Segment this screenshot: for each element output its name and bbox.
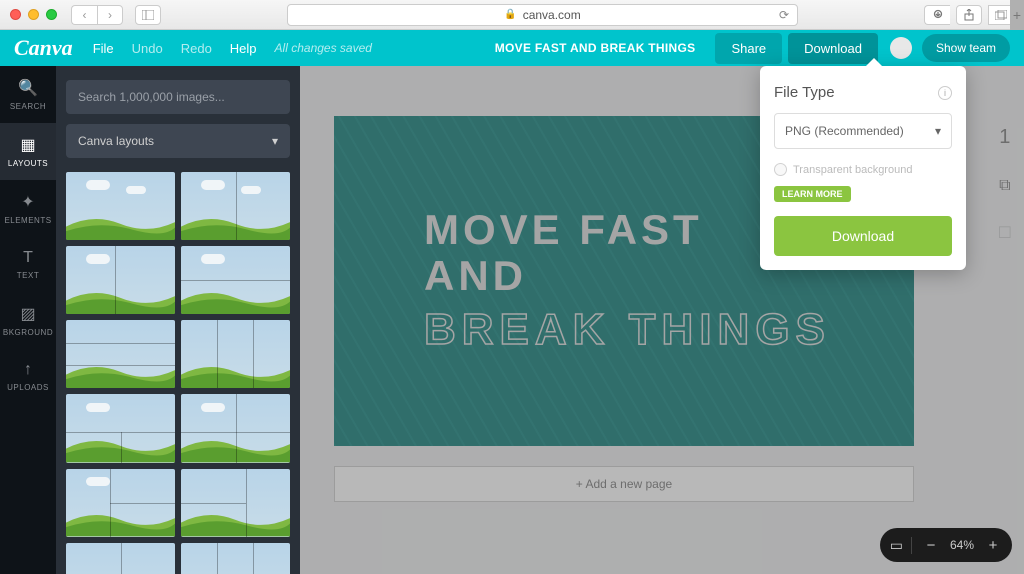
download-popup: File Type i PNG (Recommended) ▾ Transpar… xyxy=(760,66,966,270)
lock-icon: 🔒 xyxy=(504,9,516,20)
menu-undo[interactable]: Undo xyxy=(132,41,163,56)
layout-dropdown[interactable]: Canva layouts ▾ xyxy=(66,124,290,158)
nav-background[interactable]: ▨ BKGROUND xyxy=(0,292,56,349)
search-icon: 🔍 xyxy=(18,78,38,98)
side-panel: Canva layouts ▾ xyxy=(56,66,300,574)
download-confirm-button[interactable]: Download xyxy=(774,216,952,256)
refresh-icon[interactable]: ⟳ xyxy=(779,8,789,22)
text-icon: T xyxy=(23,249,33,267)
delete-page-icon[interactable]: ☐ xyxy=(998,223,1012,243)
document-title[interactable]: MOVE FAST AND BREAK THINGS xyxy=(495,41,696,55)
layouts-icon: ▦ xyxy=(20,135,35,155)
layout-thumbnail[interactable] xyxy=(181,320,290,388)
learn-more-badge[interactable]: LEARN MORE xyxy=(774,186,851,202)
maximize-window-icon[interactable] xyxy=(46,9,57,20)
layout-thumbnail[interactable] xyxy=(181,246,290,314)
window-controls xyxy=(10,9,57,20)
add-page-button[interactable]: + Add a new page xyxy=(334,466,914,502)
layout-thumbnail[interactable] xyxy=(66,246,175,314)
zoom-value[interactable]: 64% xyxy=(950,538,974,552)
page-rail: 1 ⧉ ☐ xyxy=(998,126,1012,243)
file-type-value: PNG (Recommended) xyxy=(785,124,904,138)
browser-chrome: ‹ › 🔒 canva.com ⟳ xyxy=(0,0,1024,30)
nav-history: ‹ › xyxy=(71,5,123,25)
show-team-button[interactable]: Show team xyxy=(922,34,1010,62)
layout-thumbnail[interactable] xyxy=(66,320,175,388)
url-text: canva.com xyxy=(523,8,581,22)
popup-title: File Type xyxy=(774,84,835,101)
search-input[interactable] xyxy=(66,80,290,114)
nav-uploads[interactable]: ↑ UPLOADS xyxy=(0,349,56,404)
menu-help[interactable]: Help xyxy=(230,41,257,56)
page-number: 1 xyxy=(999,126,1010,149)
duplicate-page-icon[interactable]: ⧉ xyxy=(999,177,1010,195)
nav-text[interactable]: T TEXT xyxy=(0,237,56,292)
elements-icon: ✦ xyxy=(21,192,34,212)
zoom-in-button[interactable]: + xyxy=(984,537,1002,554)
file-type-dropdown[interactable]: PNG (Recommended) ▾ xyxy=(774,113,952,149)
layout-thumbnail[interactable] xyxy=(181,172,290,240)
download-button[interactable]: Download xyxy=(788,33,878,64)
nav-rail: 🔍 SEARCH ▦ LAYOUTS ✦ ELEMENTS T TEXT ▨ B… xyxy=(0,66,56,574)
main-area: 🔍 SEARCH ▦ LAYOUTS ✦ ELEMENTS T TEXT ▨ B… xyxy=(0,66,1024,574)
zoom-out-button[interactable]: − xyxy=(922,537,940,554)
chevron-down-icon: ▾ xyxy=(935,124,941,138)
back-button[interactable]: ‹ xyxy=(71,5,97,25)
present-icon[interactable]: ▭ xyxy=(890,537,912,554)
uploads-icon: ↑ xyxy=(24,361,32,379)
share-button[interactable]: Share xyxy=(715,33,782,64)
menu-file[interactable]: File xyxy=(93,41,114,56)
chevron-down-icon: ▾ xyxy=(272,134,278,148)
close-window-icon[interactable] xyxy=(10,9,21,20)
url-bar[interactable]: 🔒 canva.com ⟳ xyxy=(287,4,798,26)
layout-grid xyxy=(66,172,290,574)
sidebar-toggle-button[interactable] xyxy=(135,5,161,25)
downloads-button[interactable] xyxy=(924,5,950,25)
background-icon: ▨ xyxy=(20,304,35,324)
forward-button[interactable]: › xyxy=(97,5,123,25)
layout-thumbnail[interactable] xyxy=(66,543,175,574)
layout-thumbnail[interactable] xyxy=(66,469,175,537)
layout-thumbnail[interactable] xyxy=(181,394,290,462)
transparent-bg-radio xyxy=(774,163,787,176)
layout-dropdown-label: Canva layouts xyxy=(78,134,154,148)
info-icon[interactable]: i xyxy=(938,86,952,100)
save-status: All changes saved xyxy=(275,41,372,55)
layout-thumbnail[interactable] xyxy=(66,394,175,462)
nav-search[interactable]: 🔍 SEARCH xyxy=(0,66,56,123)
menu-redo[interactable]: Redo xyxy=(181,41,212,56)
zoom-controls: ▭ − 64% + xyxy=(880,528,1012,562)
menu-bar: File Undo Redo Help xyxy=(93,41,257,56)
minimize-window-icon[interactable] xyxy=(28,9,39,20)
transparent-bg-label: Transparent background xyxy=(793,164,912,176)
nav-layouts[interactable]: ▦ LAYOUTS xyxy=(0,123,56,180)
user-avatar[interactable] xyxy=(890,37,912,59)
layout-thumbnail[interactable] xyxy=(181,543,290,574)
layout-thumbnail[interactable] xyxy=(66,172,175,240)
new-tab-button[interactable]: + xyxy=(1010,0,1024,30)
layout-thumbnail[interactable] xyxy=(181,469,290,537)
nav-elements[interactable]: ✦ ELEMENTS xyxy=(0,180,56,237)
share-button[interactable] xyxy=(956,5,982,25)
canvas-text-line3[interactable]: BREAK THINGS xyxy=(424,305,914,355)
canva-logo[interactable]: Canva xyxy=(14,35,73,61)
transparent-bg-option: Transparent background xyxy=(774,163,952,176)
